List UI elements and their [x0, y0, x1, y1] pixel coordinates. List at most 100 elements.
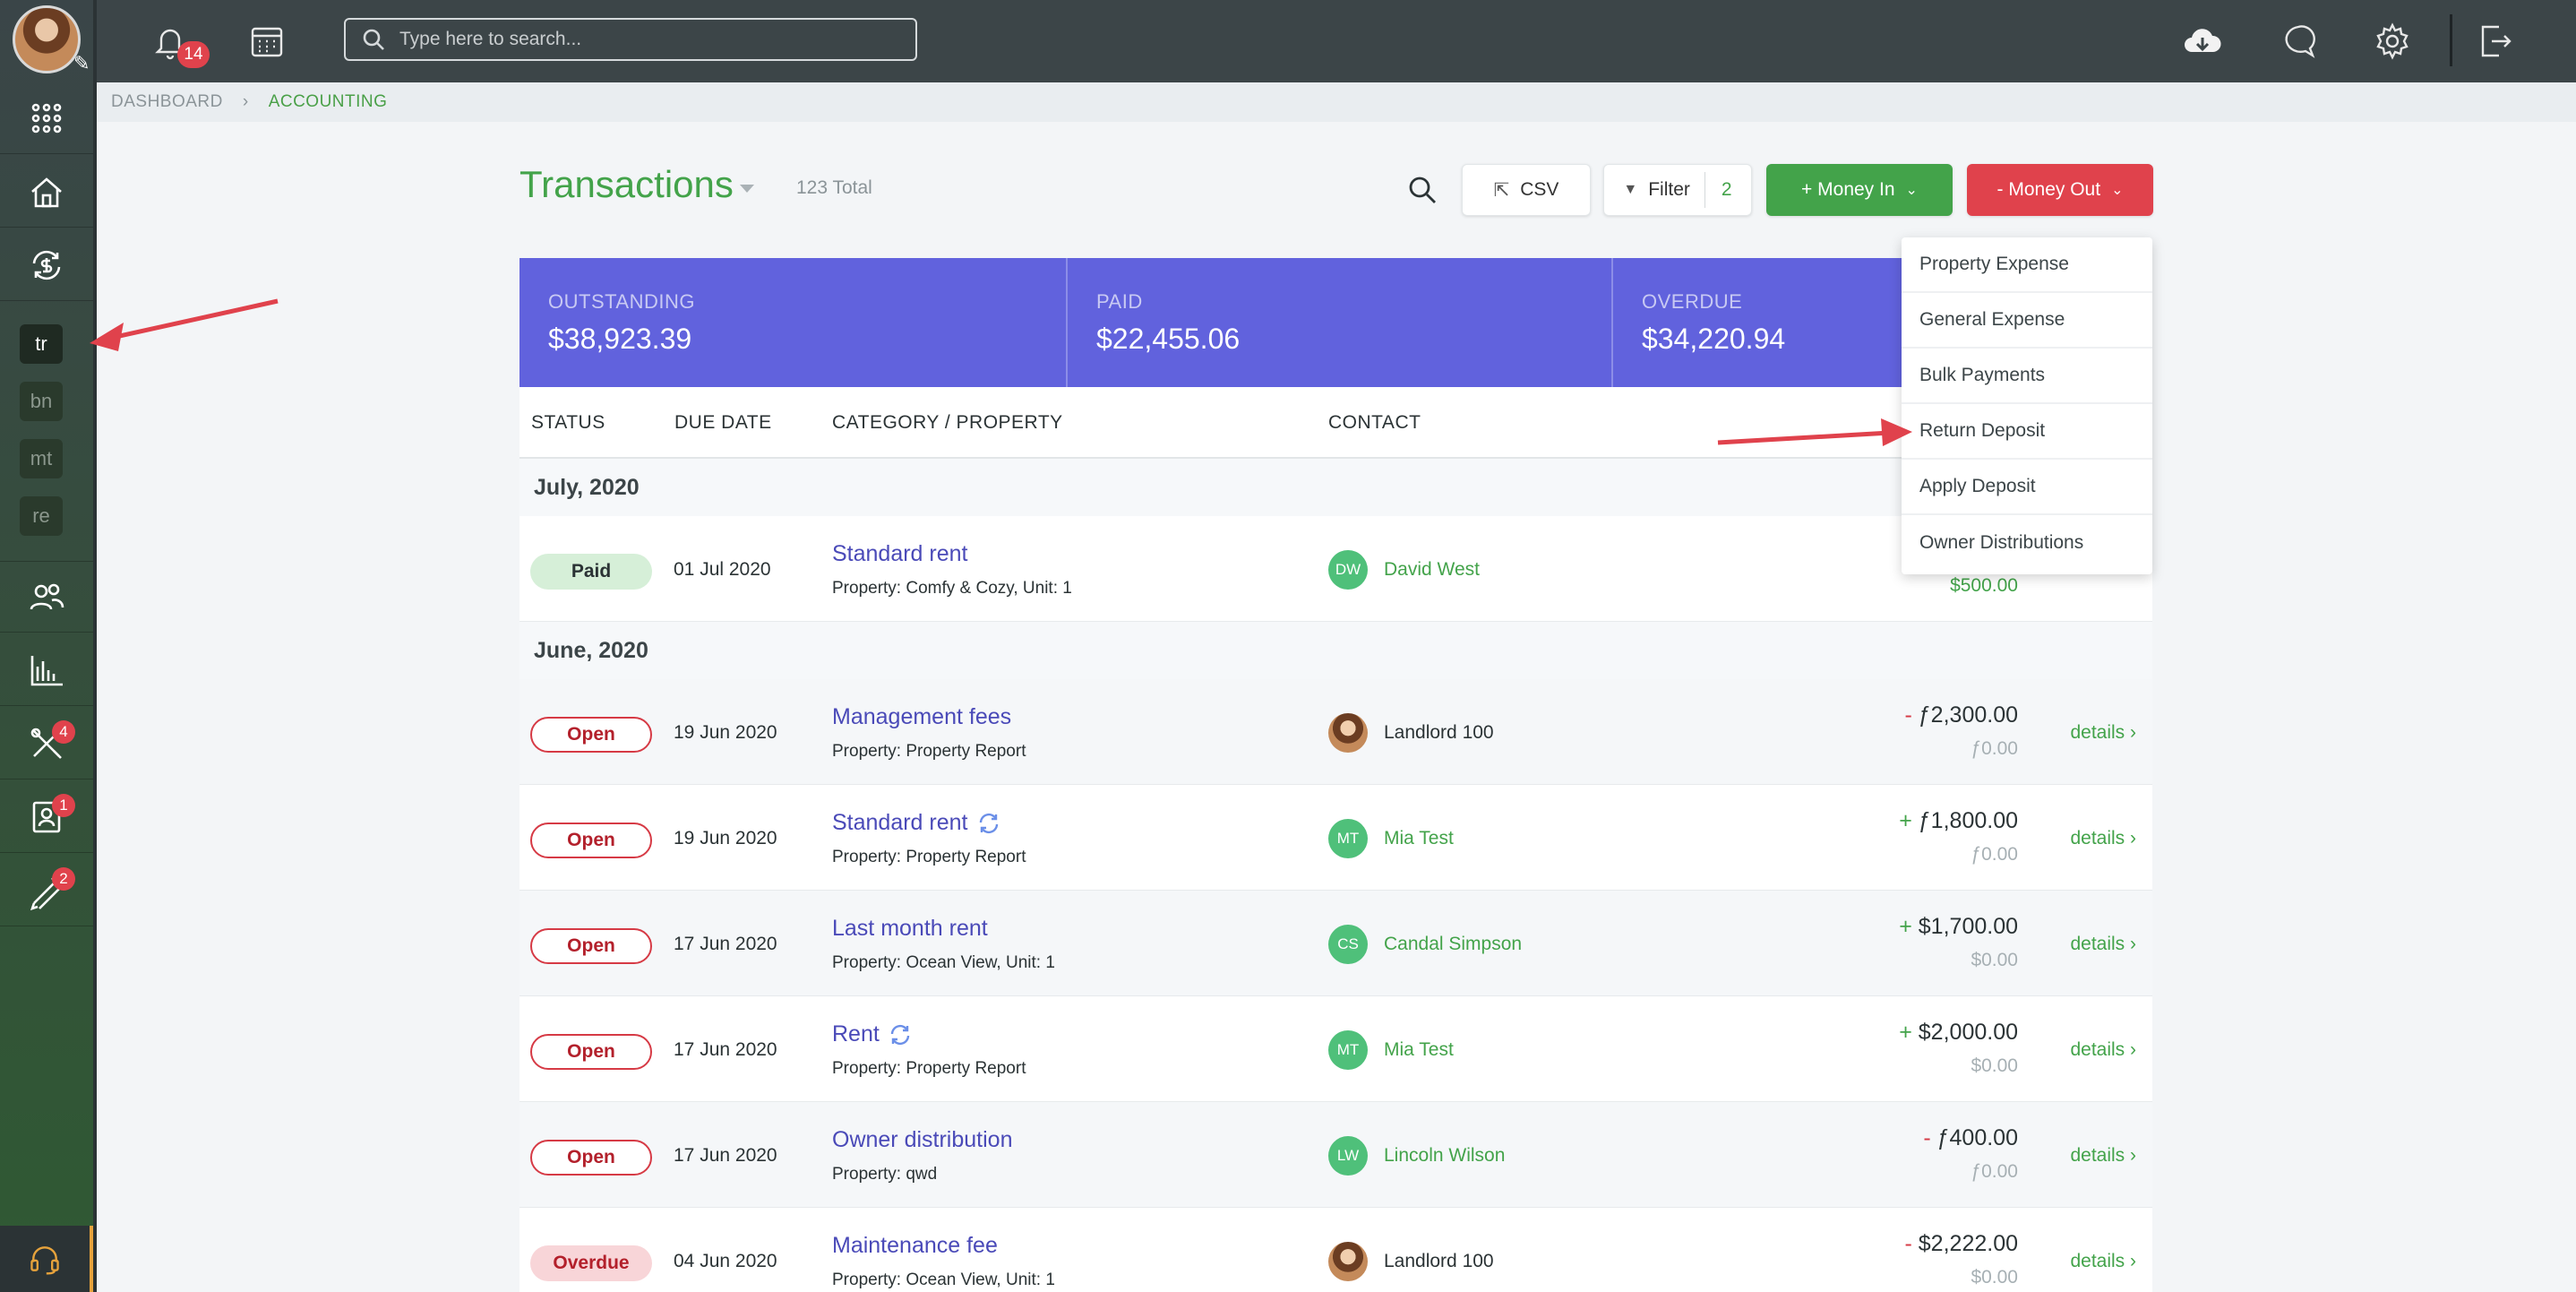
cloud-download-icon[interactable] [2177, 16, 2228, 66]
menu-item-general-expense[interactable]: General Expense [1902, 293, 2152, 349]
due-date: 17 Jun 2020 [674, 1145, 777, 1166]
details-link[interactable]: details › [2070, 1039, 2136, 1061]
menu-item-bulk-payments[interactable]: Bulk Payments [1902, 349, 2152, 404]
table-row[interactable]: Open 19 Jun 2020 Standard rent Property:… [519, 785, 2152, 891]
sidebar-tag-tr[interactable]: tr [20, 324, 63, 364]
money-in-button[interactable]: + Money In ⌄ [1766, 164, 1953, 216]
status-badge: Open [530, 1140, 652, 1176]
breadcrumb: DASHBOARD › ACCOUNTING [97, 82, 2576, 122]
column-due-date[interactable]: DUE DATE [674, 412, 772, 434]
table-row[interactable]: Open 19 Jun 2020 Management fees Propert… [519, 679, 2152, 785]
tenants-contact-card-icon[interactable]: 1 [0, 781, 93, 853]
category-link[interactable]: Owner distribution [832, 1127, 1012, 1153]
category-link[interactable]: Rent [832, 1021, 914, 1048]
calendar-icon[interactable] [242, 16, 292, 66]
menu-item-apply-deposit[interactable]: Apply Deposit [1902, 460, 2152, 515]
details-link[interactable]: details › [2070, 722, 2136, 744]
tools-pen-icon[interactable]: 2 [0, 855, 93, 926]
status-badge: Paid [530, 554, 652, 590]
amount-sign: + [1899, 914, 1912, 939]
table-row[interactable]: Open 17 Jun 2020 Rent Property: Property… [519, 996, 2152, 1102]
global-search-input[interactable] [399, 29, 901, 50]
reports-chart-icon[interactable] [0, 634, 93, 706]
status-badge: Open [530, 823, 652, 858]
total-count: 123 Total [796, 177, 872, 198]
details-link[interactable]: details › [2070, 1145, 2136, 1167]
csv-button[interactable]: ⇱ CSV [1462, 164, 1591, 216]
details-link[interactable]: details › [2070, 828, 2136, 849]
summary-value: $22,455.06 [1096, 323, 1241, 355]
accounting-exchange-icon[interactable] [0, 229, 93, 301]
breadcrumb-accounting[interactable]: ACCOUNTING [269, 92, 388, 112]
summary-paid[interactable]: PAID $22,455.06 [1068, 258, 1613, 387]
recurring-icon [975, 810, 1002, 837]
amount-value: ƒ1,800.00 [1918, 808, 2018, 833]
money-out-dropdown: Property Expense General Expense Bulk Pa… [1902, 237, 2152, 574]
paid-amount: ƒ0.00 [1971, 738, 2018, 759]
sidebar-tag-mt[interactable]: mt [20, 439, 63, 478]
property-text: Property: Comfy & Cozy, Unit: 1 [832, 579, 1072, 598]
details-link[interactable]: details › [2070, 1251, 2136, 1272]
category-link[interactable]: Standard rent [832, 810, 1002, 837]
settings-gear-icon[interactable] [2367, 16, 2417, 66]
breadcrumb-dashboard[interactable]: DASHBOARD [111, 92, 223, 112]
support-headset-icon[interactable] [0, 1226, 93, 1292]
contact-link[interactable]: David West [1384, 559, 1480, 581]
property-text: Property: Ocean View, Unit: 1 [832, 953, 1055, 972]
money-out-button[interactable]: - Money Out ⌄ [1967, 164, 2153, 216]
category-link[interactable]: Last month rent [832, 916, 988, 942]
chevron-down-icon: ⌄ [1905, 183, 1918, 198]
apps-menu-icon[interactable] [0, 82, 93, 154]
summary-label: PAID [1096, 290, 1143, 313]
amount-value: $1,700.00 [1918, 914, 2018, 939]
column-status[interactable]: STATUS [531, 412, 605, 434]
global-search[interactable] [344, 18, 917, 61]
status-badge: Open [530, 928, 652, 964]
summary-value: $38,923.39 [548, 323, 692, 355]
paid-amount: $0.00 [1971, 950, 2018, 970]
due-date: 17 Jun 2020 [674, 1039, 777, 1060]
filter-funnel-icon: ▼ [1623, 182, 1638, 197]
amount-sign: - [1904, 702, 1912, 728]
page-title[interactable]: Transactions [519, 163, 734, 206]
properties-house-icon[interactable] [0, 156, 93, 228]
tools-badge: 2 [52, 867, 75, 891]
details-link[interactable]: details › [2070, 934, 2136, 955]
pin-icon[interactable]: ✎ [73, 52, 90, 75]
contact-avatar: LW [1328, 1136, 1368, 1176]
menu-item-return-deposit[interactable]: Return Deposit [1902, 404, 2152, 460]
column-category[interactable]: CATEGORY / PROPERTY [832, 412, 1063, 434]
contact-link[interactable]: Candal Simpson [1384, 934, 1522, 955]
user-avatar[interactable] [13, 5, 81, 73]
contact-link[interactable]: Mia Test [1384, 828, 1454, 849]
logout-icon[interactable] [2470, 16, 2520, 66]
table-row[interactable]: Open 17 Jun 2020 Owner distribution Prop… [519, 1102, 2152, 1208]
category-link[interactable]: Standard rent [832, 541, 968, 567]
sidebar-tag-bn[interactable]: bn [20, 382, 63, 421]
maintenance-tools-icon[interactable]: 4 [0, 708, 93, 780]
sidebar-tag-re[interactable]: re [20, 496, 63, 536]
menu-item-property-expense[interactable]: Property Expense [1902, 237, 2152, 293]
category-link[interactable]: Management fees [832, 704, 1011, 730]
csv-label: CSV [1520, 179, 1559, 200]
amount: + $1,700.00 [1899, 914, 2018, 940]
money-out-label: - Money Out [1996, 179, 2101, 200]
column-contact[interactable]: CONTACT [1328, 412, 1421, 434]
summary-outstanding[interactable]: OUTSTANDING $38,923.39 [519, 258, 1068, 387]
contact-link[interactable]: Lincoln Wilson [1384, 1145, 1505, 1167]
property-text: Property: Property Report [832, 742, 1026, 761]
table-row[interactable]: Open 17 Jun 2020 Last month rent Propert… [519, 891, 2152, 996]
contacts-people-icon[interactable] [0, 561, 93, 633]
table-row[interactable]: Overdue 04 Jun 2020 Maintenance fee Prop… [519, 1208, 2152, 1292]
amount-value: $2,222.00 [1918, 1231, 2018, 1256]
menu-item-owner-distributions[interactable]: Owner Distributions [1902, 515, 2152, 571]
paid-amount: ƒ0.00 [1971, 1161, 2018, 1182]
category-link[interactable]: Maintenance fee [832, 1233, 998, 1259]
filter-button[interactable]: ▼ Filter 2 [1603, 164, 1752, 216]
search-button[interactable] [1403, 170, 1442, 210]
contact-link[interactable]: Mia Test [1384, 1039, 1454, 1061]
month-group-header: June, 2020 [519, 622, 2152, 679]
contact-avatar: MT [1328, 819, 1368, 858]
caret-down-icon[interactable] [740, 185, 754, 193]
chat-icon[interactable] [2273, 16, 2323, 66]
